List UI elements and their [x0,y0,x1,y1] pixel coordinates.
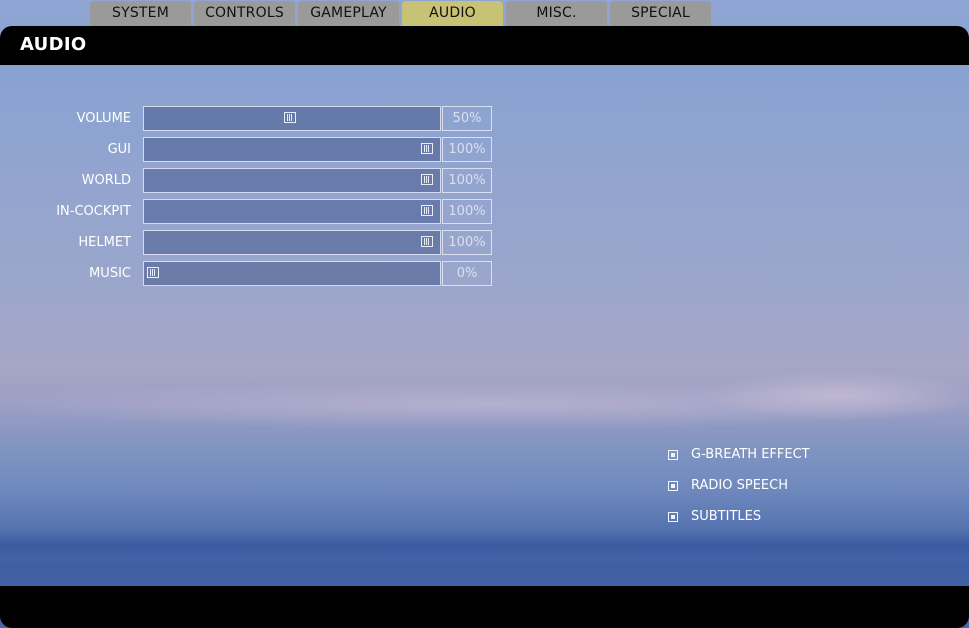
subtitles-checkbox[interactable] [668,512,678,522]
tab-special[interactable]: SPECIAL [610,1,711,26]
slider-row-volume: VOLUME 50% [0,106,500,131]
slider-label-music: MUSIC [89,266,131,281]
slider-value-in-cockpit: 100% [442,199,492,224]
slider-value-volume: 50% [442,106,492,131]
slider-value-music: 0% [442,261,492,286]
slider-label-gui: GUI [107,142,131,157]
tab-audio[interactable]: AUDIO [402,1,503,26]
footer-bar [0,586,969,628]
slider-label-volume: VOLUME [76,111,131,126]
background-haze [0,380,969,430]
slider-handle[interactable] [421,236,433,247]
audio-settings-screen: SYSTEM CONTROLS GAMEPLAY AUDIO MISC. SPE… [0,0,969,628]
slider-value-gui: 100% [442,137,492,162]
slider-handle[interactable] [421,205,433,216]
slider-row-world: WORLD 100% [0,168,500,193]
background-ocean [0,530,969,560]
in-cockpit-slider[interactable] [143,199,441,224]
slider-label-world: WORLD [81,173,131,188]
radio-speech-label[interactable]: RADIO SPEECH [691,476,788,496]
check-mark-icon [671,453,675,457]
radio-speech-checkbox[interactable] [668,481,678,491]
settings-tab-bar: SYSTEM CONTROLS GAMEPLAY AUDIO MISC. SPE… [90,1,714,27]
tab-gameplay[interactable]: GAMEPLAY [298,1,399,26]
slider-label-in-cockpit: IN-COCKPIT [56,204,131,219]
gui-slider[interactable] [143,137,441,162]
music-slider[interactable] [143,261,441,286]
slider-handle[interactable] [421,174,433,185]
check-mark-icon [671,515,675,519]
background-haze [700,370,969,420]
volume-slider[interactable] [143,106,441,131]
slider-row-in-cockpit: IN-COCKPIT 100% [0,199,500,224]
helmet-slider[interactable] [143,230,441,255]
g-breath-effect-checkbox[interactable] [668,450,678,460]
slider-value-helmet: 100% [442,230,492,255]
check-mark-icon [671,484,675,488]
slider-label-helmet: HELMET [78,235,131,250]
slider-value-world: 100% [442,168,492,193]
slider-row-helmet: HELMET 100% [0,230,500,255]
slider-handle[interactable] [284,112,296,123]
option-g-breath-effect[interactable]: G-BREATH EFFECT [668,445,918,465]
option-radio-speech[interactable]: RADIO SPEECH [668,476,918,496]
page-title: AUDIO [20,34,87,55]
slider-handle[interactable] [421,143,433,154]
tab-controls[interactable]: CONTROLS [194,1,295,26]
g-breath-effect-label[interactable]: G-BREATH EFFECT [691,445,810,465]
slider-row-music: MUSIC 0% [0,261,500,286]
tab-system[interactable]: SYSTEM [90,1,191,26]
header-bar: AUDIO [0,26,969,65]
slider-row-gui: GUI 100% [0,137,500,162]
slider-handle[interactable] [147,267,159,278]
subtitles-label[interactable]: SUBTITLES [691,507,761,527]
option-subtitles[interactable]: SUBTITLES [668,507,918,527]
tab-misc[interactable]: MISC. [506,1,607,26]
world-slider[interactable] [143,168,441,193]
